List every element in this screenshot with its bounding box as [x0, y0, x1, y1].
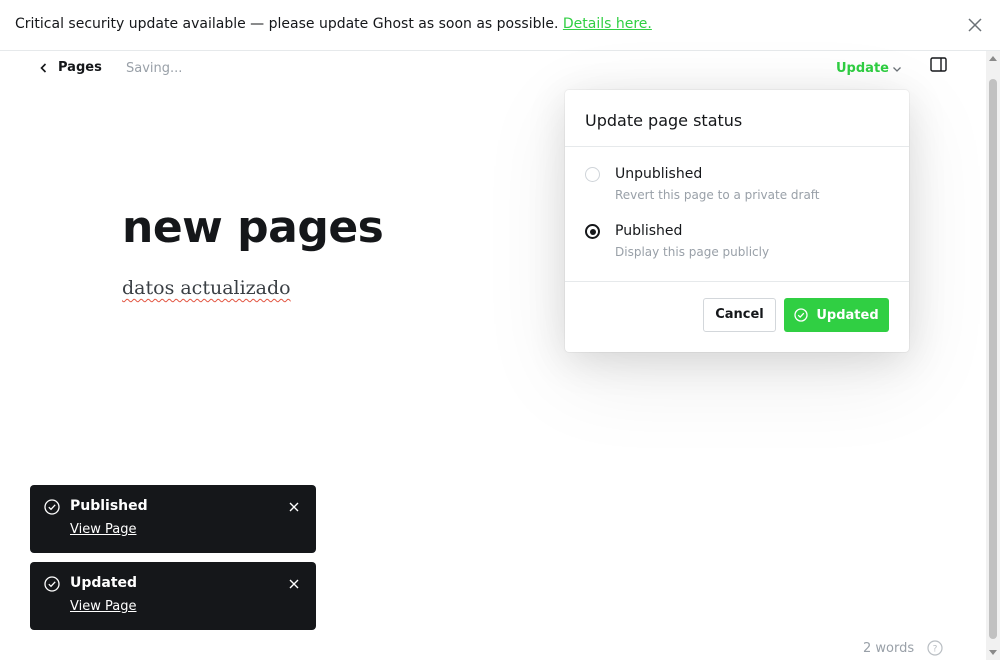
toast-title: Published [70, 498, 148, 514]
close-icon[interactable] [966, 16, 984, 34]
scrollbar-thumb[interactable] [989, 79, 997, 639]
scrollbar[interactable] [986, 51, 1000, 660]
toast-notification: Published View Page [30, 485, 316, 553]
divider [565, 146, 909, 147]
update-status-popover: Update page status Unpublished Revert th… [565, 90, 909, 352]
back-to-pages-link[interactable]: Pages [38, 60, 102, 75]
help-icon[interactable]: ? [927, 640, 943, 656]
cancel-button[interactable]: Cancel [703, 298, 776, 332]
back-label: Pages [58, 60, 102, 75]
option-description: Revert this page to a private draft [615, 188, 820, 202]
banner-details-link[interactable]: Details here. [563, 16, 652, 32]
view-page-link[interactable]: View Page [70, 522, 136, 537]
security-banner: Critical security update available — ple… [0, 0, 1000, 51]
word-count: 2 words [863, 641, 915, 656]
banner-message: Critical security update available — ple… [15, 16, 559, 32]
scroll-up-arrow[interactable] [989, 56, 997, 61]
check-circle-icon [794, 308, 809, 322]
radio-unpublished[interactable] [585, 167, 600, 182]
banner-text: Critical security update available — ple… [15, 16, 652, 32]
toast-title: Updated [70, 575, 138, 591]
save-status: Saving... [126, 61, 183, 76]
check-circle-icon [44, 499, 60, 515]
close-icon[interactable] [289, 579, 299, 589]
check-circle-icon [44, 576, 60, 592]
page-body-text[interactable]: datos actualizado [122, 277, 291, 299]
sidebar-toggle-icon[interactable] [930, 57, 947, 72]
option-description: Display this page publicly [615, 245, 770, 259]
scroll-down-arrow[interactable] [989, 650, 997, 655]
radio-published[interactable] [585, 224, 600, 239]
update-dropdown-trigger[interactable]: Update [836, 61, 902, 76]
view-page-link[interactable]: View Page [70, 599, 136, 614]
option-label: Unpublished [615, 166, 703, 182]
page-title[interactable]: new pages [122, 202, 384, 253]
update-label: Update [836, 61, 889, 76]
chevron-left-icon [40, 62, 47, 73]
updated-button-label: Updated [816, 307, 879, 323]
toast-notification: Updated View Page [30, 562, 316, 630]
chevron-down-icon [893, 66, 901, 72]
updated-button[interactable]: Updated [784, 298, 889, 332]
svg-text:?: ? [933, 645, 938, 655]
option-label: Published [615, 223, 683, 239]
divider [565, 281, 909, 282]
close-icon[interactable] [289, 502, 299, 512]
popover-title: Update page status [585, 111, 743, 130]
